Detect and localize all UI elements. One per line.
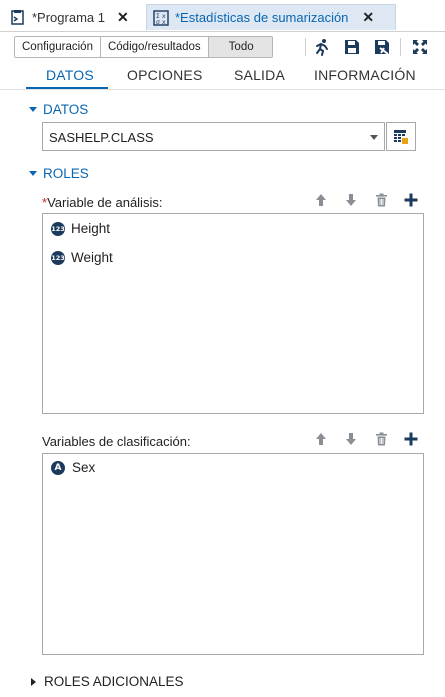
select-table-button[interactable] [386,122,416,151]
numeric-variable-icon: 123 [51,221,65,236]
additional-roles-header[interactable]: ROLES ADICIONALES [31,674,184,689]
view-mode-all[interactable]: Todo [208,37,272,57]
classification-variable-list[interactable]: A Sex [42,453,424,655]
list-item[interactable]: A Sex [51,460,95,475]
roles-section-header[interactable]: ROLES [29,166,89,181]
add-icon[interactable] [402,191,420,209]
view-mode-toggle: Configuración Código/resultados Todo [14,36,273,58]
section-title: DATOS [43,102,89,117]
dataset-select[interactable]: SASHELP.CLASS [42,122,385,151]
variable-name: Sex [72,460,96,475]
caret-right-icon [31,677,36,686]
tab-datos[interactable]: DATOS [46,67,94,83]
close-icon[interactable]: ✕ [117,9,129,26]
svg-text:σ: σ [156,19,160,26]
data-section-header[interactable]: DATOS [29,102,88,117]
program-icon [10,9,26,25]
doc-tab-label: *Estadísticas de sumarización [175,10,349,25]
move-up-icon[interactable] [312,430,330,448]
run-icon[interactable] [312,37,332,57]
dataset-value: SASHELP.CLASS [49,130,154,145]
analysis-variable-label: *Variable de análisis: [42,195,162,210]
chevron-down-icon [370,135,378,140]
divider [305,38,306,56]
section-title: ROLES [43,166,89,181]
view-mode-configuration[interactable]: Configuración [15,37,101,57]
doc-tab-program[interactable]: *Programa 1 ✕ [10,4,129,30]
doc-tab-summary-stats[interactable]: Σxσx *Estadísticas de sumarización ✕ [146,4,396,30]
save-as-icon[interactable] [372,37,392,57]
divider [0,89,445,90]
caret-down-icon [29,107,37,112]
analysis-role-actions [300,191,420,209]
tab-opciones[interactable]: OPCIONES [127,67,203,83]
stats-task-icon: Σxσx [153,9,169,26]
list-item[interactable]: 123 Weight [51,250,113,265]
save-icon[interactable] [342,37,362,57]
list-item[interactable]: 123 Height [51,221,110,236]
move-up-icon[interactable] [312,191,330,209]
character-variable-icon: A [51,460,65,475]
section-tabs: DATOS OPCIONES SALIDA INFORMACIÓN [0,62,445,90]
tab-informacion[interactable]: INFORMACIÓN [314,67,416,83]
tab-salida[interactable]: SALIDA [234,67,285,83]
move-down-icon[interactable] [342,430,360,448]
move-down-icon[interactable] [342,191,360,209]
svg-text:x: x [162,19,166,26]
close-icon[interactable]: ✕ [362,9,374,26]
variable-name: Weight [71,250,113,265]
caret-down-icon [29,171,37,176]
divider [400,38,401,56]
maximize-icon[interactable] [410,37,430,57]
doc-tab-label: *Programa 1 [32,9,105,25]
add-icon[interactable] [402,430,420,448]
view-mode-code-results[interactable]: Código/resultados [100,37,209,57]
section-title: ROLES ADICIONALES [44,674,184,689]
classification-role-actions [300,430,420,448]
role-label-text: Variable de análisis: [47,195,163,210]
trash-icon[interactable] [372,191,390,209]
numeric-variable-icon: 123 [51,250,65,265]
document-tab-bar: *Programa 1 ✕ Σxσx *Estadísticas de suma… [0,0,445,32]
table-grid-icon [393,129,409,145]
variable-name: Height [71,221,111,236]
trash-icon[interactable] [372,430,390,448]
divider [0,31,445,32]
classification-variables-label: Variables de clasificación: [42,434,191,449]
analysis-variable-list[interactable]: 123 Height 123 Weight [42,213,424,414]
